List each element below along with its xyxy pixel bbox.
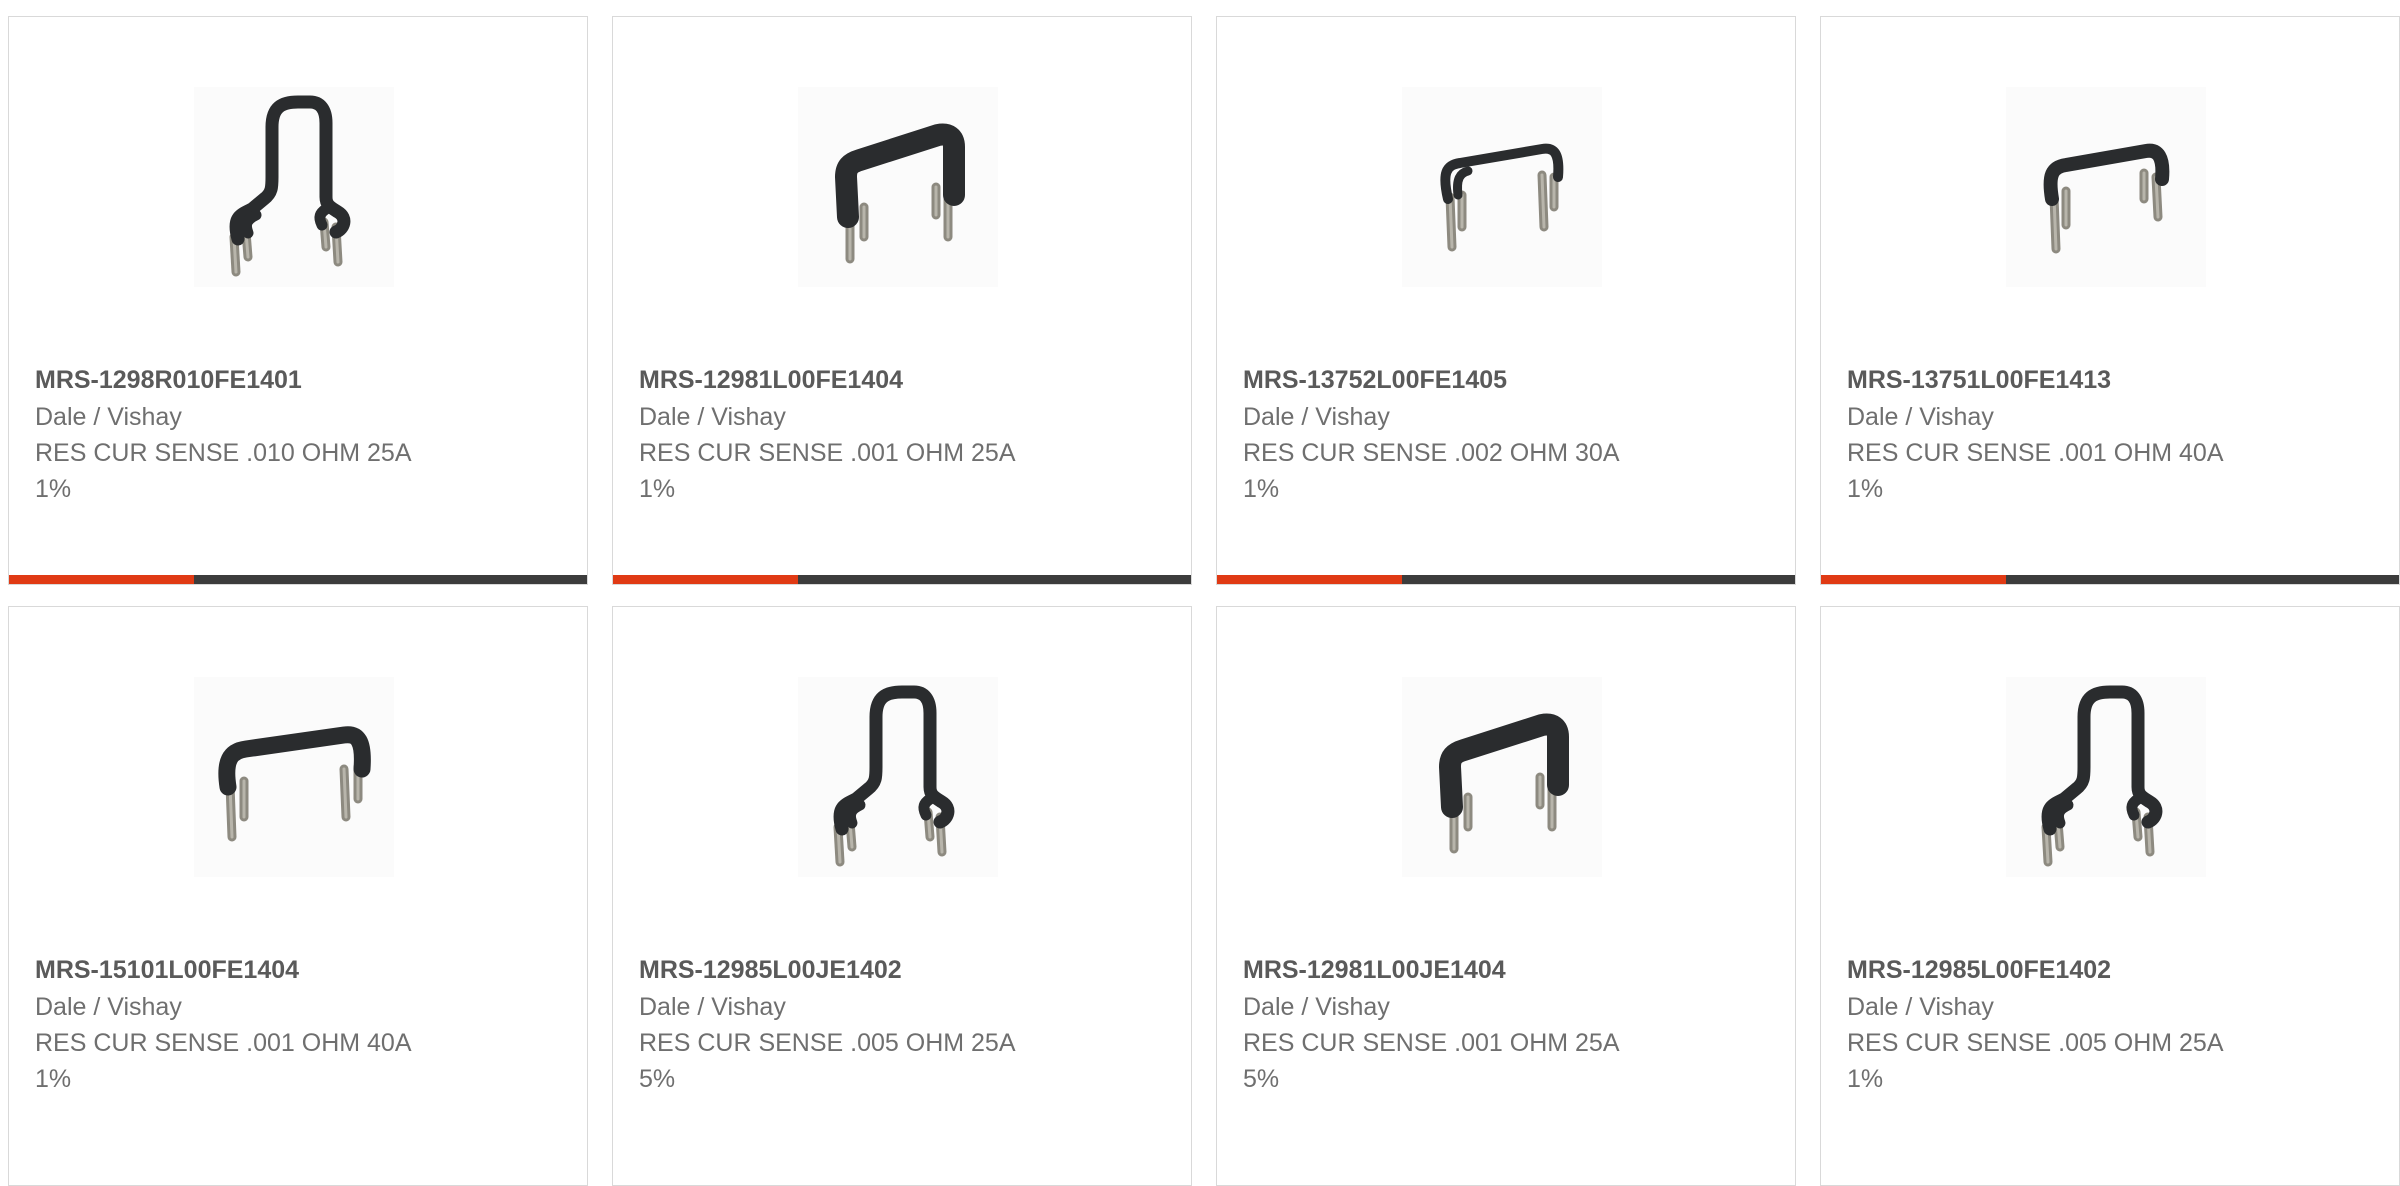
manufacturer: Dale / Vishay [35, 403, 182, 431]
progress-bar [613, 575, 1191, 584]
tolerance: 5% [1243, 1065, 1280, 1093]
manufacturer: Dale / Vishay [1847, 403, 1994, 431]
product-image[interactable] [2006, 87, 2206, 287]
part-number[interactable]: MRS-13751L00FE1413 [1847, 362, 2367, 399]
description: RES CUR SENSE .005 OHM 25A [639, 1029, 1016, 1057]
product-info: MRS-12985L00FE1402 Dale / Vishay RES CUR… [1847, 952, 2367, 1097]
tolerance: 1% [1847, 475, 1884, 503]
progress-bar-fill [613, 575, 798, 584]
product-image[interactable] [194, 87, 394, 287]
tolerance: 1% [639, 475, 676, 503]
tolerance: 1% [35, 1065, 72, 1093]
progress-bar [9, 575, 587, 584]
wide-bridge-resistor-icon [194, 677, 394, 877]
product-image[interactable] [798, 677, 998, 877]
manufacturer: Dale / Vishay [35, 993, 182, 1021]
progress-bar-fill [9, 575, 194, 584]
progress-bar [1821, 575, 2399, 584]
product-info: MRS-12981L00JE1404 Dale / Vishay RES CUR… [1243, 952, 1763, 1097]
thin-bridge-resistor-icon [1402, 87, 1602, 287]
manufacturer: Dale / Vishay [1243, 993, 1390, 1021]
product-card[interactable]: MRS-15101L00FE1404 Dale / Vishay RES CUR… [8, 606, 588, 1186]
product-info: MRS-12981L00FE1404 Dale / Vishay RES CUR… [639, 362, 1159, 507]
product-info: MRS-15101L00FE1404 Dale / Vishay RES CUR… [35, 952, 555, 1097]
description: RES CUR SENSE .005 OHM 25A [1847, 1029, 2224, 1057]
product-image[interactable] [194, 677, 394, 877]
part-number[interactable]: MRS-12981L00FE1404 [639, 362, 1159, 399]
product-card[interactable]: MRS-12981L00JE1404 Dale / Vishay RES CUR… [1216, 606, 1796, 1186]
product-grid: MRS-1298R010FE1401 Dale / Vishay RES CUR… [0, 0, 2400, 1186]
progress-bar [1217, 575, 1795, 584]
product-card[interactable]: MRS-12985L00FE1402 Dale / Vishay RES CUR… [1820, 606, 2400, 1186]
thick-bridge-resistor-icon [1402, 677, 1602, 877]
product-card[interactable]: MRS-12981L00FE1404 Dale / Vishay RES CUR… [612, 16, 1192, 585]
progress-bar-fill [1217, 575, 1402, 584]
product-image[interactable] [2006, 677, 2206, 877]
product-card[interactable]: MRS-13751L00FE1413 Dale / Vishay RES CUR… [1820, 16, 2400, 585]
product-image[interactable] [798, 87, 998, 287]
tall-hairpin-resistor-icon [798, 677, 998, 877]
product-card[interactable]: MRS-1298R010FE1401 Dale / Vishay RES CUR… [8, 16, 588, 585]
description: RES CUR SENSE .001 OHM 40A [1847, 439, 2224, 467]
tolerance: 5% [639, 1065, 676, 1093]
product-image[interactable] [1402, 677, 1602, 877]
manufacturer: Dale / Vishay [639, 403, 786, 431]
medium-bridge-resistor-icon [2006, 87, 2206, 287]
tolerance: 1% [35, 475, 72, 503]
progress-bar-fill [1821, 575, 2006, 584]
product-image[interactable] [1402, 87, 1602, 287]
part-number[interactable]: MRS-12981L00JE1404 [1243, 952, 1763, 989]
product-info: MRS-12985L00JE1402 Dale / Vishay RES CUR… [639, 952, 1159, 1097]
tall-hairpin-resistor-icon [194, 87, 394, 287]
product-info: MRS-1298R010FE1401 Dale / Vishay RES CUR… [35, 362, 555, 507]
description: RES CUR SENSE .002 OHM 30A [1243, 439, 1620, 467]
product-info: MRS-13751L00FE1413 Dale / Vishay RES CUR… [1847, 362, 2367, 507]
manufacturer: Dale / Vishay [1243, 403, 1390, 431]
description: RES CUR SENSE .001 OHM 25A [639, 439, 1016, 467]
description: RES CUR SENSE .001 OHM 25A [1243, 1029, 1620, 1057]
part-number[interactable]: MRS-15101L00FE1404 [35, 952, 555, 989]
part-number[interactable]: MRS-12985L00JE1402 [639, 952, 1159, 989]
tall-hairpin-resistor-icon [2006, 677, 2206, 877]
part-number[interactable]: MRS-12985L00FE1402 [1847, 952, 2367, 989]
manufacturer: Dale / Vishay [639, 993, 786, 1021]
tolerance: 1% [1243, 475, 1280, 503]
manufacturer: Dale / Vishay [1847, 993, 1994, 1021]
tolerance: 1% [1847, 1065, 1884, 1093]
product-info: MRS-13752L00FE1405 Dale / Vishay RES CUR… [1243, 362, 1763, 507]
thick-bridge-resistor-icon [798, 87, 998, 287]
part-number[interactable]: MRS-1298R010FE1401 [35, 362, 555, 399]
part-number[interactable]: MRS-13752L00FE1405 [1243, 362, 1763, 399]
product-card[interactable]: MRS-13752L00FE1405 Dale / Vishay RES CUR… [1216, 16, 1796, 585]
product-card[interactable]: MRS-12985L00JE1402 Dale / Vishay RES CUR… [612, 606, 1192, 1186]
description: RES CUR SENSE .010 OHM 25A [35, 439, 412, 467]
description: RES CUR SENSE .001 OHM 40A [35, 1029, 412, 1057]
